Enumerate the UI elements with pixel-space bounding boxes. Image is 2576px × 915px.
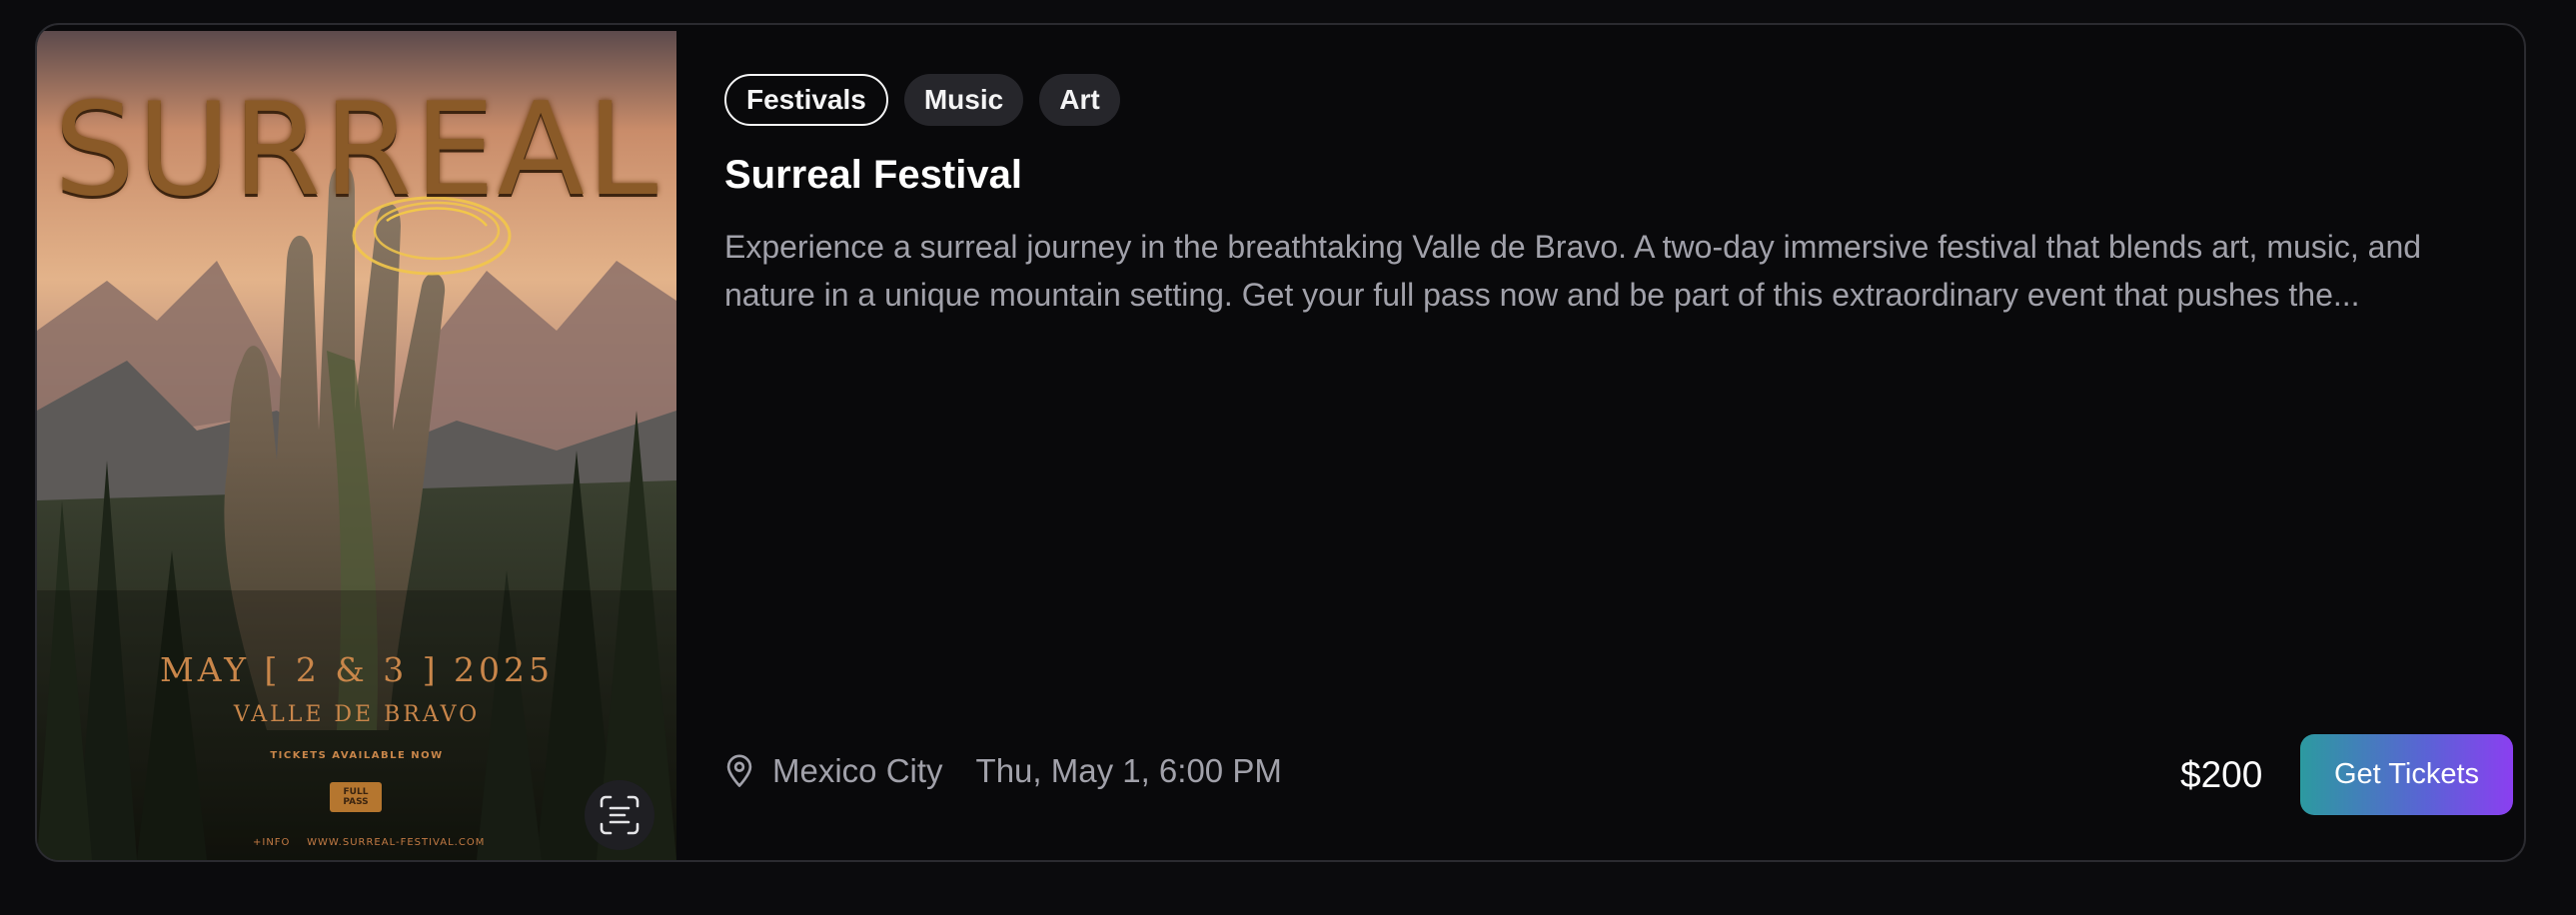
tag-music[interactable]: Music bbox=[903, 74, 1024, 126]
event-card[interactable]: SURREAL MAY [ 2 & 3 ] 2025 VALLE DE BRAV… bbox=[35, 23, 2526, 862]
event-description: Experience a surreal journey in the brea… bbox=[724, 229, 2422, 313]
tag-festivals[interactable]: Festivals bbox=[724, 74, 888, 126]
poster-venue: VALLE DE BRAVO bbox=[233, 702, 481, 727]
poster-info-line: +INFO WWW.SURREAL-FESTIVAL.COM bbox=[253, 837, 486, 848]
poster-title: SURREAL bbox=[53, 76, 660, 225]
get-tickets-button[interactable]: Get Tickets bbox=[2300, 734, 2513, 815]
event-datetime: Thu, May 1, 6:00 PM bbox=[975, 752, 1282, 789]
map-pin-icon bbox=[726, 754, 752, 787]
scan-text-icon bbox=[600, 795, 640, 835]
poster-pass-badge: FULL PASS bbox=[330, 782, 382, 812]
event-poster-image[interactable]: SURREAL MAY [ 2 & 3 ] 2025 VALLE DE BRAV… bbox=[37, 31, 676, 860]
tag-art[interactable]: Art bbox=[1039, 74, 1120, 126]
poster-tickets-note: TICKETS AVAILABLE NOW bbox=[270, 750, 444, 761]
tag-list: Festivals Music Art bbox=[724, 74, 1120, 126]
event-meta: Mexico City Thu, May 1, 6:00 PM bbox=[724, 752, 1282, 790]
poster-date: MAY [ 2 & 3 ] 2025 bbox=[159, 650, 555, 689]
event-title[interactable]: Surreal Festival bbox=[724, 153, 1022, 198]
event-details: Festivals Music Art Surreal Festival Exp… bbox=[724, 25, 2524, 860]
scan-text-button[interactable] bbox=[585, 780, 654, 850]
event-price: $200 bbox=[2180, 754, 2263, 795]
event-location: Mexico City bbox=[772, 752, 943, 789]
